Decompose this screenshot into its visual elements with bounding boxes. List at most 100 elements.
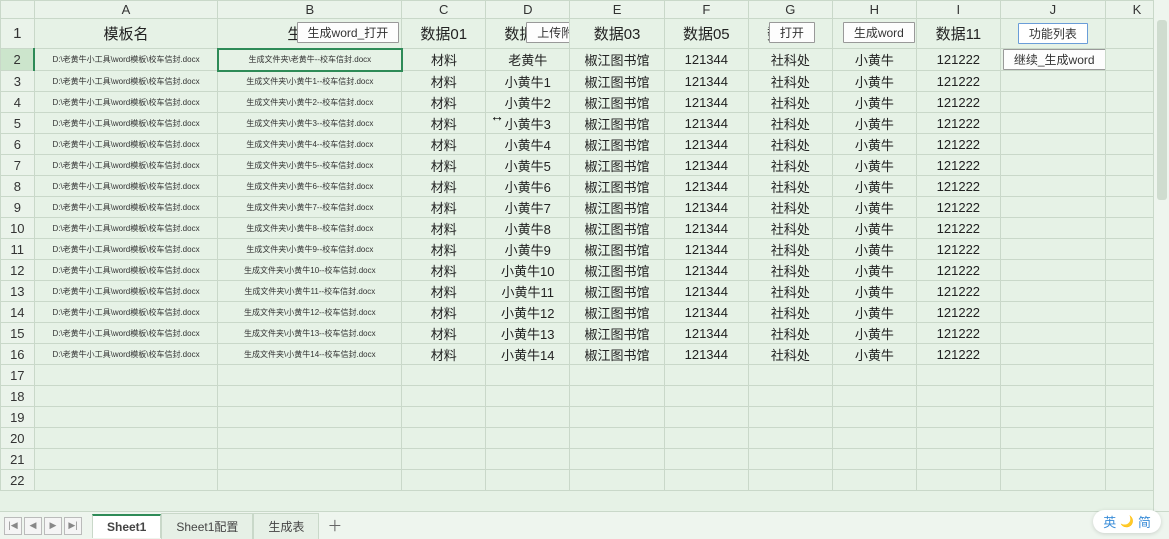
cell-13-B[interactable]: 生成文件夹\小黄牛11--校车信封.docx bbox=[218, 281, 402, 302]
cell-18-D[interactable] bbox=[486, 386, 570, 407]
j1-button[interactable]: 功能列表 bbox=[1018, 23, 1088, 44]
cell-21-D[interactable] bbox=[486, 449, 570, 470]
cell-21-B[interactable] bbox=[218, 449, 402, 470]
column-header-I[interactable]: I bbox=[916, 1, 1000, 19]
cell-8-C[interactable]: 材料 bbox=[402, 176, 486, 197]
cell-10-H[interactable]: 小黄牛 bbox=[832, 218, 916, 239]
cell-9-J[interactable] bbox=[1000, 197, 1105, 218]
cell-18-I[interactable] bbox=[916, 386, 1000, 407]
cell-5-B[interactable]: 生成文件夹\小黄牛3--校车信封.docx bbox=[218, 113, 402, 134]
cell-8-D[interactable]: 小黄牛6 bbox=[486, 176, 570, 197]
cell-4-J[interactable] bbox=[1000, 92, 1105, 113]
cell-2-B[interactable]: 生成文件夹\老黄牛--校车信封.docx bbox=[218, 49, 402, 71]
cell-10-F[interactable]: 121344 bbox=[664, 218, 748, 239]
row-header-16[interactable]: 16 bbox=[1, 344, 35, 365]
cell-16-I[interactable]: 121222 bbox=[916, 344, 1000, 365]
cell-18-B[interactable] bbox=[218, 386, 402, 407]
cell-17-B[interactable] bbox=[218, 365, 402, 386]
cell-7-D[interactable]: 小黄牛5 bbox=[486, 155, 570, 176]
cell-19-C[interactable] bbox=[402, 407, 486, 428]
cell-8-F[interactable]: 121344 bbox=[664, 176, 748, 197]
cell-20-F[interactable] bbox=[664, 428, 748, 449]
row-header-20[interactable]: 20 bbox=[1, 428, 35, 449]
cell-15-A[interactable]: D:\老黄牛小工具\word模板\校车信封.docx bbox=[34, 323, 218, 344]
cell-4-D[interactable]: 小黄牛2 bbox=[486, 92, 570, 113]
cell-10-C[interactable]: 材料 bbox=[402, 218, 486, 239]
cell-7-I[interactable]: 121222 bbox=[916, 155, 1000, 176]
row-header-19[interactable]: 19 bbox=[1, 407, 35, 428]
cell-18-E[interactable] bbox=[570, 386, 665, 407]
column-header-corner[interactable] bbox=[1, 1, 35, 19]
cell-12-B[interactable]: 生成文件夹\小黄牛10--校车信封.docx bbox=[218, 260, 402, 281]
cell-6-F[interactable]: 121344 bbox=[664, 134, 748, 155]
cell-16-C[interactable]: 材料 bbox=[402, 344, 486, 365]
cell-20-E[interactable] bbox=[570, 428, 665, 449]
cell-11-B[interactable]: 生成文件夹\小黄牛9--校车信封.docx bbox=[218, 239, 402, 260]
cell-14-D[interactable]: 小黄牛12 bbox=[486, 302, 570, 323]
cell-17-H[interactable] bbox=[832, 365, 916, 386]
cell-22-J[interactable] bbox=[1000, 470, 1105, 491]
cell-20-H[interactable] bbox=[832, 428, 916, 449]
cell-7-B[interactable]: 生成文件夹\小黄牛5--校车信封.docx bbox=[218, 155, 402, 176]
cell-8-B[interactable]: 生成文件夹\小黄牛6--校车信封.docx bbox=[218, 176, 402, 197]
cell-12-D[interactable]: 小黄牛10 bbox=[486, 260, 570, 281]
row-header-4[interactable]: 4 bbox=[1, 92, 35, 113]
cell-2-F[interactable]: 121344 bbox=[664, 49, 748, 71]
cell-9-G[interactable]: 社科处 bbox=[748, 197, 832, 218]
cell-19-J[interactable] bbox=[1000, 407, 1105, 428]
cell-14-A[interactable]: D:\老黄牛小工具\word模板\校车信封.docx bbox=[34, 302, 218, 323]
row-header-6[interactable]: 6 bbox=[1, 134, 35, 155]
cell-14-I[interactable]: 121222 bbox=[916, 302, 1000, 323]
tab-last-icon[interactable]: ▶| bbox=[64, 517, 82, 535]
sheet-tab-1[interactable]: Sheet1 bbox=[92, 514, 161, 538]
cell-21-I[interactable] bbox=[916, 449, 1000, 470]
cell-7-C[interactable]: 材料 bbox=[402, 155, 486, 176]
cell-21-E[interactable] bbox=[570, 449, 665, 470]
cell-5-G[interactable]: 社科处 bbox=[748, 113, 832, 134]
cell-9-A[interactable]: D:\老黄牛小工具\word模板\校车信封.docx bbox=[34, 197, 218, 218]
cell-8-A[interactable]: D:\老黄牛小工具\word模板\校车信封.docx bbox=[34, 176, 218, 197]
cell-22-I[interactable] bbox=[916, 470, 1000, 491]
cell-21-G[interactable] bbox=[748, 449, 832, 470]
row-header-18[interactable]: 18 bbox=[1, 386, 35, 407]
column-header-B[interactable]: B bbox=[218, 1, 402, 19]
cell-10-E[interactable]: 椒江图书馆 bbox=[570, 218, 665, 239]
cell-3-H[interactable]: 小黄牛 bbox=[832, 71, 916, 92]
cell-9-I[interactable]: 121222 bbox=[916, 197, 1000, 218]
cell-4-C[interactable]: 材料 bbox=[402, 92, 486, 113]
cell-9-C[interactable]: 材料 bbox=[402, 197, 486, 218]
cell-13-J[interactable] bbox=[1000, 281, 1105, 302]
cell-15-H[interactable]: 小黄牛 bbox=[832, 323, 916, 344]
cell-14-F[interactable]: 121344 bbox=[664, 302, 748, 323]
cell-10-I[interactable]: 121222 bbox=[916, 218, 1000, 239]
cell-3-I[interactable]: 121222 bbox=[916, 71, 1000, 92]
h1-button[interactable]: 生成word bbox=[843, 22, 915, 43]
b1-button[interactable]: 生成word_打开 bbox=[297, 22, 400, 43]
cell-22-E[interactable] bbox=[570, 470, 665, 491]
cell-10-J[interactable] bbox=[1000, 218, 1105, 239]
cell-7-E[interactable]: 椒江图书馆 bbox=[570, 155, 665, 176]
cell-7-A[interactable]: D:\老黄牛小工具\word模板\校车信封.docx bbox=[34, 155, 218, 176]
cell-20-G[interactable] bbox=[748, 428, 832, 449]
cell-13-G[interactable]: 社科处 bbox=[748, 281, 832, 302]
cell-4-G[interactable]: 社科处 bbox=[748, 92, 832, 113]
cell-15-F[interactable]: 121344 bbox=[664, 323, 748, 344]
cell-11-H[interactable]: 小黄牛 bbox=[832, 239, 916, 260]
cell-17-G[interactable] bbox=[748, 365, 832, 386]
cell-6-G[interactable]: 社科处 bbox=[748, 134, 832, 155]
cell-11-D[interactable]: 小黄牛9 bbox=[486, 239, 570, 260]
sheet-tab-3[interactable]: 生成表 bbox=[253, 513, 319, 539]
row-header-5[interactable]: 5 bbox=[1, 113, 35, 134]
cell-4-A[interactable]: D:\老黄牛小工具\word模板\校车信封.docx bbox=[34, 92, 218, 113]
cell-14-J[interactable] bbox=[1000, 302, 1105, 323]
cell-14-C[interactable]: 材料 bbox=[402, 302, 486, 323]
cell-6-A[interactable]: D:\老黄牛小工具\word模板\校车信封.docx bbox=[34, 134, 218, 155]
cell-12-H[interactable]: 小黄牛 bbox=[832, 260, 916, 281]
cell-2-C[interactable]: 材料 bbox=[402, 49, 486, 71]
cell-7-F[interactable]: 121344 bbox=[664, 155, 748, 176]
cell-17-D[interactable] bbox=[486, 365, 570, 386]
column-header-A[interactable]: A bbox=[34, 1, 218, 19]
cell-8-E[interactable]: 椒江图书馆 bbox=[570, 176, 665, 197]
cell-16-F[interactable]: 121344 bbox=[664, 344, 748, 365]
cell-11-E[interactable]: 椒江图书馆 bbox=[570, 239, 665, 260]
